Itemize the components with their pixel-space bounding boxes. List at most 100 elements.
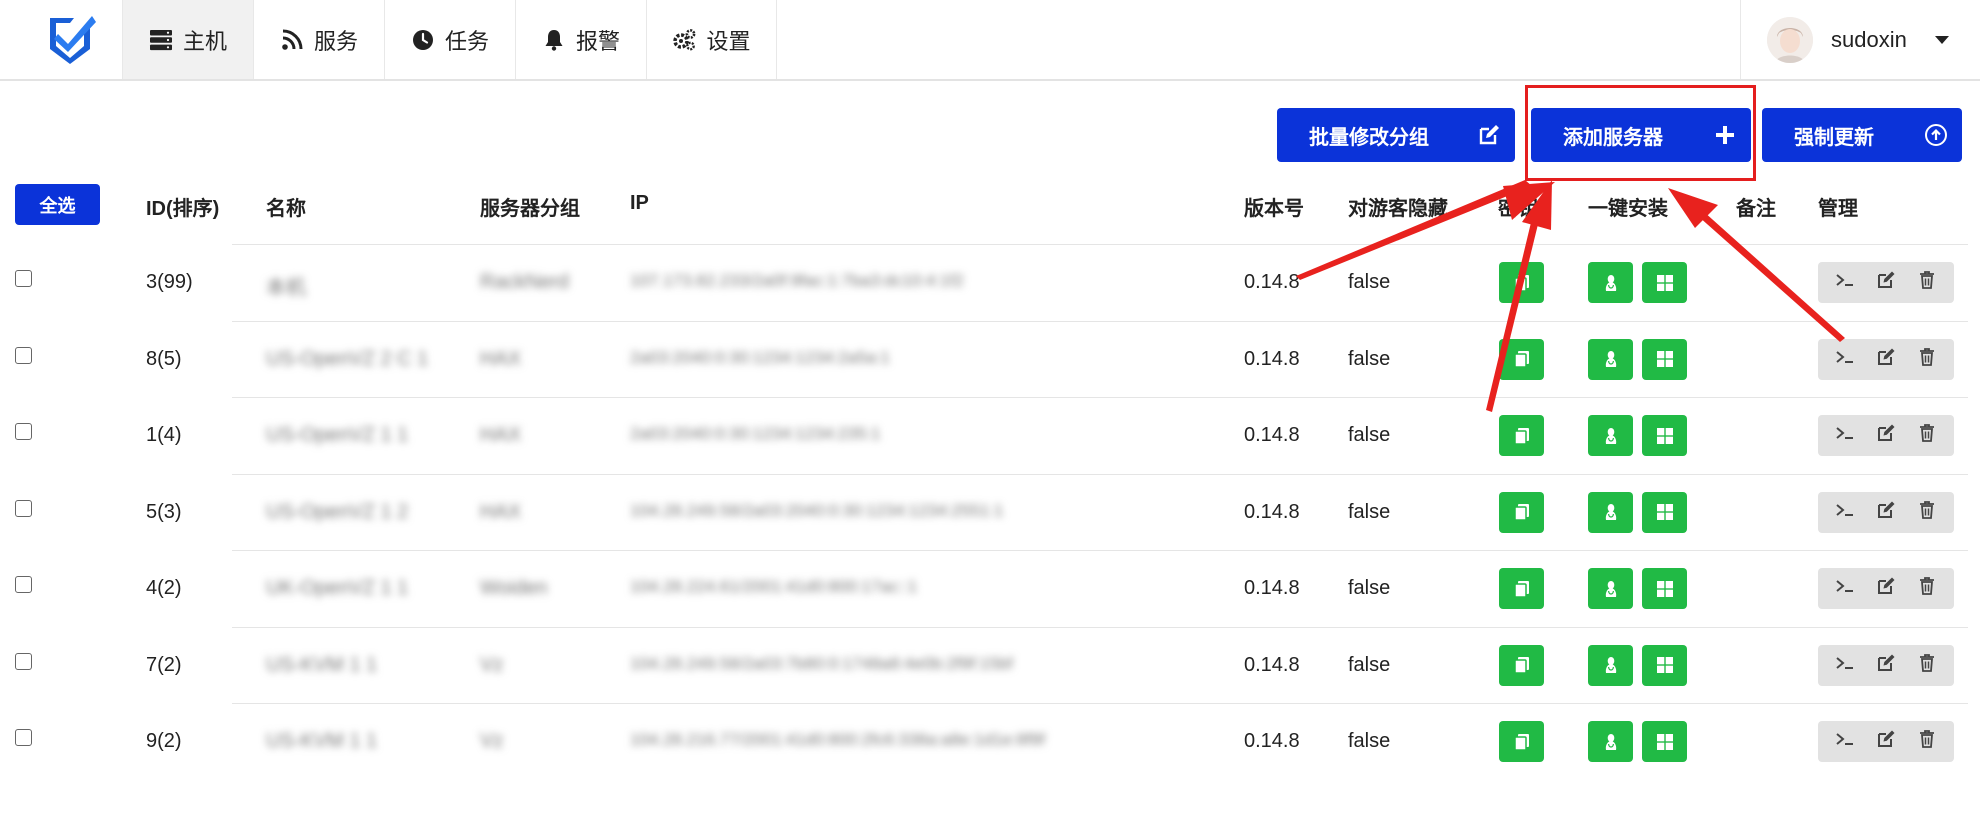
copy-secret-button[interactable] [1499, 721, 1544, 762]
table-row: 1(4) US-OpenVZ 1 1 HAX 2a03:2040:0:30:1234:… [0, 397, 1980, 473]
copy-secret-button[interactable] [1499, 568, 1544, 609]
terminal-button[interactable] [1835, 576, 1855, 601]
install-linux-button[interactable] [1588, 338, 1633, 380]
copy-secret-button[interactable] [1499, 262, 1544, 303]
install-linux-button[interactable] [1588, 644, 1633, 686]
install-linux-button[interactable] [1588, 415, 1633, 456]
row-checkbox[interactable] [15, 576, 32, 593]
nav-label: 报警 [575, 28, 620, 54]
manage-button-group [1818, 415, 1954, 456]
delete-server-button[interactable] [1917, 653, 1937, 678]
nav-item-hosts[interactable]: 主机 [122, 0, 253, 79]
manage-button-group [1818, 338, 1954, 380]
edit-icon [1877, 271, 1895, 288]
delete-server-button[interactable] [1917, 729, 1937, 754]
cell-version: 0.14.8 [1244, 347, 1300, 370]
cell-group: Vz [480, 653, 504, 676]
terminal-button[interactable] [1835, 270, 1855, 295]
edit-server-button[interactable] [1876, 653, 1896, 678]
column-header-note[interactable]: 备注 [1736, 192, 1776, 221]
edit-server-button[interactable] [1876, 729, 1896, 754]
column-header-name[interactable]: 名称 [266, 192, 306, 221]
windows-icon [1656, 580, 1673, 597]
cell-hide: false [1348, 577, 1391, 599]
manage-button-group [1818, 491, 1954, 533]
terminal-button[interactable] [1835, 347, 1855, 372]
copy-secret-button[interactable] [1499, 415, 1544, 456]
nav-item-settings[interactable]: 设置 [646, 0, 777, 79]
table-row: 8(5) US-OpenVZ 2 C 1 HAX 2a03:2040:0:30:123… [0, 320, 1980, 397]
delete-server-button[interactable] [1917, 423, 1937, 448]
copy-secret-button[interactable] [1499, 491, 1544, 533]
terminal-button[interactable] [1835, 653, 1855, 678]
install-windows-button[interactable] [1642, 262, 1687, 303]
install-windows-button[interactable] [1642, 491, 1687, 533]
column-header-secret[interactable]: 密钥 [1498, 192, 1538, 221]
cell-id: 5(3) [146, 500, 182, 523]
force-update-button[interactable]: 强制更新 [1762, 108, 1962, 162]
terminal-button[interactable] [1835, 423, 1855, 448]
row-checkbox[interactable] [15, 270, 32, 287]
delete-server-button[interactable] [1917, 347, 1937, 372]
install-linux-button[interactable] [1588, 721, 1633, 762]
batch-edit-group-button[interactable]: 批量修改分组 [1277, 108, 1515, 162]
user-menu[interactable]: sudoxin [1740, 0, 1980, 79]
install-windows-button[interactable] [1642, 338, 1687, 380]
edit-server-button[interactable] [1876, 423, 1896, 448]
column-header-version[interactable]: 版本号 [1244, 192, 1304, 221]
delete-server-button[interactable] [1917, 270, 1937, 295]
delete-server-button[interactable] [1917, 500, 1937, 525]
row-checkbox[interactable] [15, 652, 32, 670]
install-windows-button[interactable] [1642, 721, 1687, 762]
cell-ip: 104.28.249.58/2a03:7b80:0:1748a8:4e0b:2f… [630, 653, 1013, 673]
chevron-down-icon[interactable] [1934, 35, 1949, 44]
copy-icon [1513, 427, 1529, 445]
row-checkbox[interactable] [15, 729, 32, 746]
column-header-group[interactable]: 服务器分组 [480, 192, 580, 221]
windows-icon [1656, 504, 1673, 520]
nav-label: 任务 [444, 28, 489, 54]
nav-item-services[interactable]: 服务 [253, 0, 384, 79]
manage-button-group [1818, 721, 1954, 762]
cell-version: 0.14.8 [1244, 271, 1300, 293]
cell-group: RackNerd [480, 271, 569, 293]
terminal-icon [1836, 503, 1853, 516]
cell-ip: 104.28.216.77/2001:41d0:800:2fc6:338a:a8… [630, 730, 1045, 749]
row-divider [232, 397, 1968, 398]
edit-server-button[interactable] [1876, 270, 1896, 295]
install-linux-button[interactable] [1588, 491, 1633, 533]
copy-secret-button[interactable] [1499, 644, 1544, 686]
column-header-hide[interactable]: 对游客隐藏 [1348, 192, 1448, 221]
install-windows-button[interactable] [1642, 415, 1687, 456]
install-windows-button[interactable] [1642, 644, 1687, 686]
edit-server-button[interactable] [1876, 576, 1896, 601]
cell-name: US-OpenVZ 2 C 1 [266, 347, 429, 370]
table-row: 9(2) US-KVM 1 1 Vz 104.28.216.77/2001:41d0:… [0, 703, 1980, 779]
copy-secret-button[interactable] [1499, 338, 1544, 380]
install-linux-button[interactable] [1588, 262, 1633, 303]
terminal-icon [1836, 733, 1853, 745]
logo-icon[interactable] [44, 12, 96, 64]
cell-version: 0.14.8 [1244, 500, 1300, 523]
nav-item-alerts[interactable]: 报警 [515, 0, 646, 79]
edit-server-button[interactable] [1876, 500, 1896, 525]
row-checkbox[interactable] [15, 499, 32, 517]
row-checkbox[interactable] [15, 346, 32, 364]
install-windows-button[interactable] [1642, 568, 1687, 609]
select-all-button[interactable]: 全选 [15, 184, 100, 225]
cell-name: US-OpenVZ 1 2 [266, 500, 409, 523]
cell-group: Vz [480, 730, 504, 752]
column-header-id[interactable]: ID(排序) [146, 192, 219, 221]
column-header-manage[interactable]: 管理 [1818, 192, 1858, 221]
nav-item-tasks[interactable]: 任务 [384, 0, 515, 79]
terminal-button[interactable] [1835, 500, 1855, 525]
row-divider [232, 473, 1968, 475]
column-header-ip[interactable]: IP [630, 192, 649, 215]
edit-server-button[interactable] [1876, 347, 1896, 372]
delete-server-button[interactable] [1917, 576, 1937, 601]
terminal-button[interactable] [1835, 729, 1855, 754]
cell-ip: 2a03:2040:0:30:1234:1234:235:1 [630, 424, 881, 443]
install-linux-button[interactable] [1588, 568, 1633, 609]
row-checkbox[interactable] [15, 423, 32, 440]
column-header-install[interactable]: 一键安装 [1588, 192, 1668, 221]
